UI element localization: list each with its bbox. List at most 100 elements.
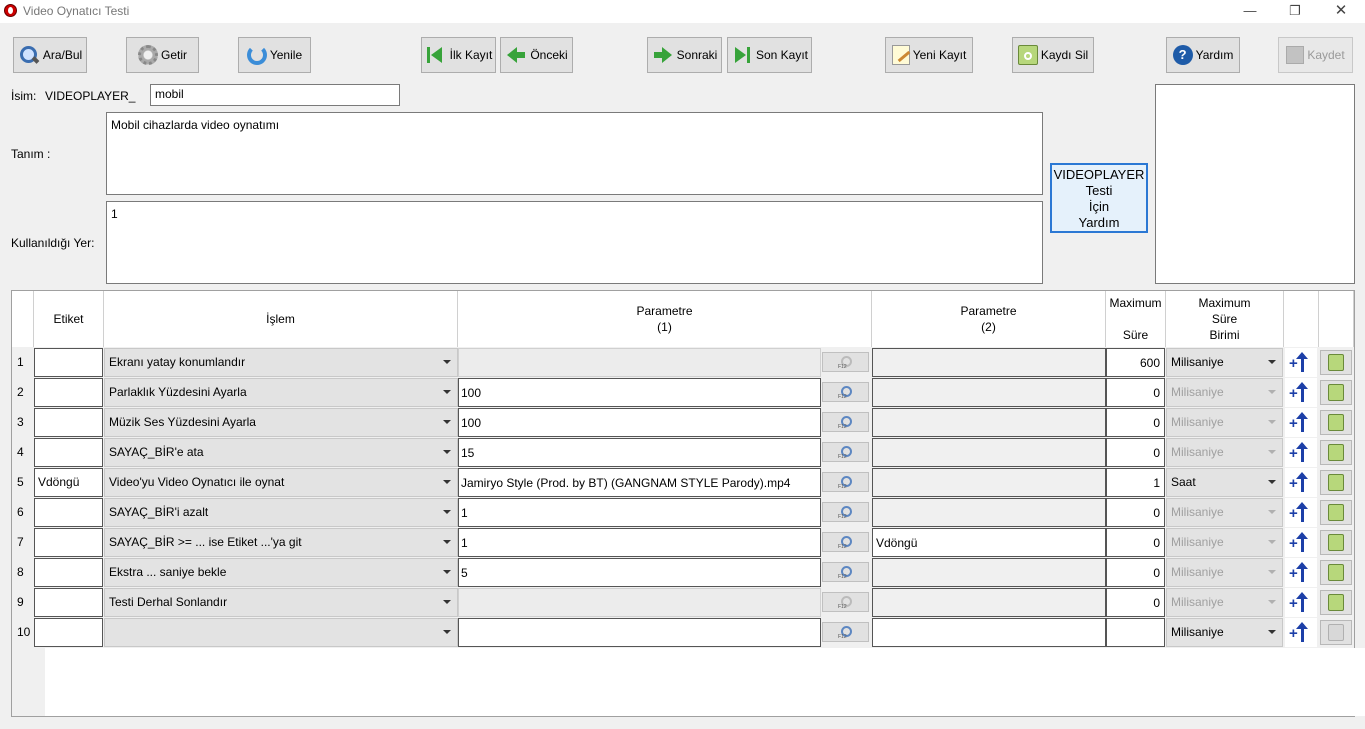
parameter-search-button[interactable] xyxy=(822,352,869,372)
delete-row-button[interactable] xyxy=(1320,620,1352,645)
tag-cell[interactable] xyxy=(34,618,103,647)
parameter2-cell[interactable] xyxy=(872,588,1106,617)
delete-row-button[interactable] xyxy=(1320,350,1352,375)
save-button[interactable]: Kaydet xyxy=(1278,37,1353,73)
parameter2-cell[interactable] xyxy=(872,498,1106,527)
refresh-button[interactable]: Yenile xyxy=(238,37,311,73)
max-time-cell[interactable]: 0 xyxy=(1106,378,1165,407)
delete-row-button[interactable] xyxy=(1320,410,1352,435)
tag-cell[interactable]: Vdöngü xyxy=(34,468,103,497)
insert-row-up-button[interactable]: + xyxy=(1285,378,1317,407)
delete-row-button[interactable] xyxy=(1320,470,1352,495)
parameter-search-button[interactable] xyxy=(822,562,869,582)
time-unit-select[interactable]: Saat xyxy=(1166,468,1283,497)
parameter-search-button[interactable] xyxy=(822,412,869,432)
operation-select[interactable]: Video'yu Video Oynatıcı ile oynat xyxy=(104,468,458,497)
max-time-cell[interactable]: 0 xyxy=(1106,558,1165,587)
previous-button[interactable]: Önceki xyxy=(500,37,573,73)
max-time-cell[interactable]: 0 xyxy=(1106,438,1165,467)
fetch-button[interactable]: Getir xyxy=(126,37,199,73)
max-time-cell[interactable]: 0 xyxy=(1106,498,1165,527)
tag-cell[interactable] xyxy=(34,588,103,617)
first-record-button[interactable]: İlk Kayıt xyxy=(421,37,496,73)
parameter1-cell[interactable] xyxy=(458,588,821,617)
insert-row-up-button[interactable]: + xyxy=(1285,408,1317,437)
parameter1-cell[interactable]: 1 xyxy=(458,528,821,557)
parameter2-cell[interactable] xyxy=(872,438,1106,467)
parameter-search-button[interactable] xyxy=(822,532,869,552)
time-unit-select[interactable]: Milisaniye xyxy=(1166,348,1283,377)
delete-row-button[interactable] xyxy=(1320,440,1352,465)
time-unit-select[interactable]: Milisaniye xyxy=(1166,408,1283,437)
next-button[interactable]: Sonraki xyxy=(647,37,722,73)
operation-select[interactable]: SAYAÇ_BİR'i azalt xyxy=(104,498,458,527)
tag-cell[interactable] xyxy=(34,528,103,557)
tag-cell[interactable] xyxy=(34,408,103,437)
parameter-search-button[interactable] xyxy=(822,592,869,612)
used-in-textarea[interactable]: 1 xyxy=(106,201,1043,284)
new-record-button[interactable]: Yeni Kayıt xyxy=(885,37,973,73)
delete-row-button[interactable] xyxy=(1320,590,1352,615)
operation-select[interactable]: Ekstra ... saniye bekle xyxy=(104,558,458,587)
parameter-search-button[interactable] xyxy=(822,472,869,492)
parameter2-cell[interactable] xyxy=(872,378,1106,407)
parameter2-cell[interactable] xyxy=(872,468,1106,497)
time-unit-select[interactable]: Milisaniye xyxy=(1166,558,1283,587)
parameter1-cell[interactable]: 100 xyxy=(458,378,821,407)
parameter-search-button[interactable] xyxy=(822,382,869,402)
parameter2-cell[interactable] xyxy=(872,408,1106,437)
search-button[interactable]: Ara/Bul xyxy=(13,37,87,73)
operation-select[interactable]: Müzik Ses Yüzdesini Ayarla xyxy=(104,408,458,437)
max-time-cell[interactable]: 0 xyxy=(1106,528,1165,557)
max-time-cell[interactable]: 0 xyxy=(1106,408,1165,437)
parameter1-cell[interactable]: 1 xyxy=(458,498,821,527)
parameter1-cell[interactable]: 15 xyxy=(458,438,821,467)
delete-row-button[interactable] xyxy=(1320,560,1352,585)
parameter1-cell[interactable]: 5 xyxy=(458,558,821,587)
max-time-cell[interactable]: 1 xyxy=(1106,468,1165,497)
parameter2-cell[interactable]: Vdöngü xyxy=(872,528,1106,557)
insert-row-up-button[interactable]: + xyxy=(1285,468,1317,497)
operation-select[interactable] xyxy=(104,618,458,647)
restore-button[interactable]: ❐ xyxy=(1272,0,1318,23)
parameter2-cell[interactable] xyxy=(872,558,1106,587)
parameter-search-button[interactable] xyxy=(822,622,869,642)
tag-cell[interactable] xyxy=(34,438,103,467)
operation-select[interactable]: Parlaklık Yüzdesini Ayarla xyxy=(104,378,458,407)
parameter1-cell[interactable]: Jamiryo Style (Prod. by BT) (GANGNAM STY… xyxy=(458,468,821,497)
time-unit-select[interactable]: Milisaniye xyxy=(1166,498,1283,527)
insert-row-up-button[interactable]: + xyxy=(1285,558,1317,587)
operation-select[interactable]: SAYAÇ_BİR >= ... ise Etiket ...'ya git xyxy=(104,528,458,557)
parameter1-cell[interactable]: 100 xyxy=(458,408,821,437)
videoplayer-help-button[interactable]: VIDEOPLAYER Testi İçin Yardım xyxy=(1050,163,1148,233)
operation-select[interactable]: Testi Derhal Sonlandır xyxy=(104,588,458,617)
insert-row-up-button[interactable]: + xyxy=(1285,348,1317,377)
description-textarea[interactable]: Mobil cihazlarda video oynatımı xyxy=(106,112,1043,195)
delete-row-button[interactable] xyxy=(1320,530,1352,555)
tag-cell[interactable] xyxy=(34,348,103,377)
max-time-cell[interactable]: 600 xyxy=(1106,348,1165,377)
parameter2-cell[interactable] xyxy=(872,348,1106,377)
parameter2-cell[interactable] xyxy=(872,618,1106,647)
time-unit-select[interactable]: Milisaniye xyxy=(1166,618,1283,647)
tag-cell[interactable] xyxy=(34,378,103,407)
parameter1-cell[interactable] xyxy=(458,348,821,377)
help-button[interactable]: ? Yardım xyxy=(1166,37,1240,73)
tag-cell[interactable] xyxy=(34,558,103,587)
operation-select[interactable]: Ekranı yatay konumlandır xyxy=(104,348,458,377)
insert-row-up-button[interactable]: + xyxy=(1285,588,1317,617)
insert-row-up-button[interactable]: + xyxy=(1285,438,1317,467)
time-unit-select[interactable]: Milisaniye xyxy=(1166,588,1283,617)
last-record-button[interactable]: Son Kayıt xyxy=(727,37,812,73)
insert-row-up-button[interactable]: + xyxy=(1285,528,1317,557)
close-button[interactable]: ✕ xyxy=(1318,0,1364,23)
insert-row-up-button[interactable]: + xyxy=(1285,618,1317,647)
delete-row-button[interactable] xyxy=(1320,380,1352,405)
minimize-button[interactable]: — xyxy=(1227,0,1273,23)
max-time-cell[interactable] xyxy=(1106,618,1165,647)
time-unit-select[interactable]: Milisaniye xyxy=(1166,438,1283,467)
parameter1-cell[interactable] xyxy=(458,618,821,647)
insert-row-up-button[interactable]: + xyxy=(1285,498,1317,527)
parameter-search-button[interactable] xyxy=(822,442,869,462)
max-time-cell[interactable]: 0 xyxy=(1106,588,1165,617)
